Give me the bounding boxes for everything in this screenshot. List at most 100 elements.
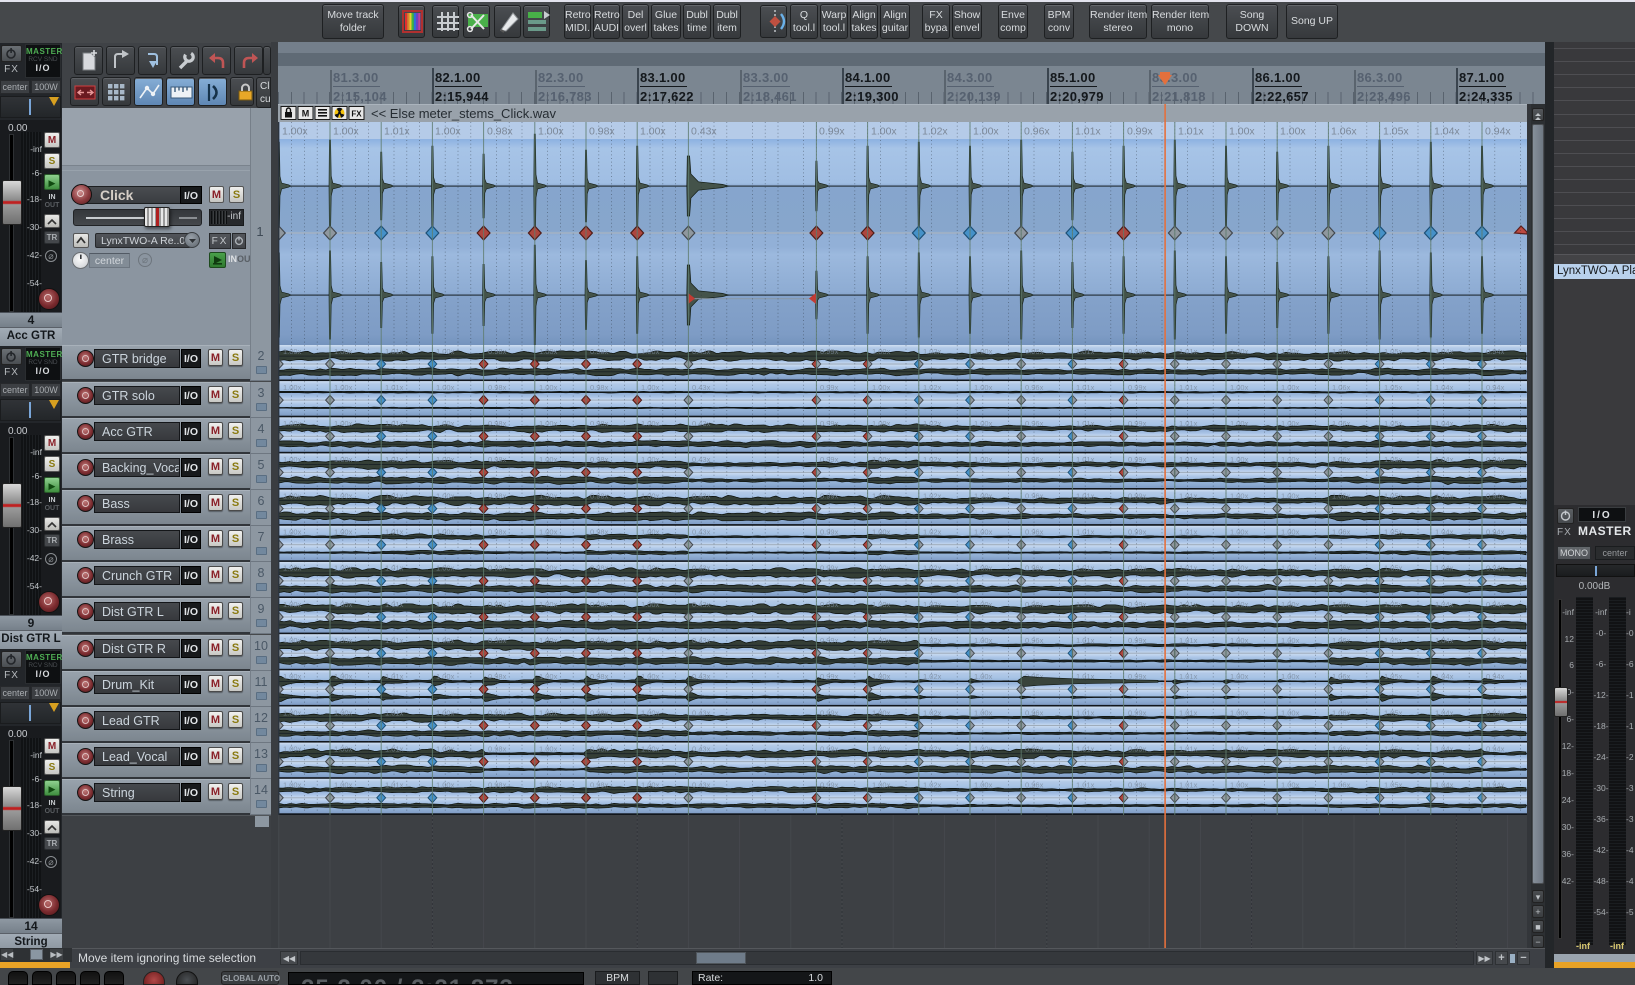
svg-text:1.00x: 1.00x [641, 419, 660, 428]
svg-text:0.99x: 0.99x [819, 126, 845, 138]
svg-text:1.02x: 1.02x [923, 491, 942, 500]
svg-text:0.96x: 0.96x [1025, 455, 1044, 464]
svg-text:1.04x: 1.04x [1435, 600, 1454, 609]
svg-text:1.05x: 1.05x [1384, 419, 1403, 428]
svg-text:1.00x: 1.00x [1230, 744, 1249, 753]
svg-text:0.43x: 0.43x [692, 383, 711, 392]
svg-text:1.00x: 1.00x [436, 455, 455, 464]
svg-text:0.94x: 0.94x [1486, 636, 1505, 645]
svg-text:1.01x: 1.01x [1076, 383, 1095, 392]
svg-text:1.00x: 1.00x [283, 491, 302, 500]
svg-text:0.94x: 0.94x [1486, 528, 1505, 537]
svg-text:0.43x: 0.43x [692, 347, 711, 356]
svg-text:1.00x: 1.00x [1230, 383, 1249, 392]
svg-text:0.94x: 0.94x [1486, 672, 1505, 681]
svg-text:1.00x: 1.00x [872, 564, 891, 573]
svg-text:1.00x: 1.00x [872, 744, 891, 753]
svg-text:1.00x: 1.00x [539, 636, 558, 645]
svg-text:1.00x: 1.00x [1281, 347, 1300, 356]
svg-text:1.00x: 1.00x [974, 528, 993, 537]
svg-text:0.98x: 0.98x [487, 126, 513, 138]
svg-text:1.00x: 1.00x [1230, 528, 1249, 537]
svg-text:1.00x: 1.00x [1230, 491, 1249, 500]
svg-text:1.05x: 1.05x [1384, 564, 1403, 573]
svg-text:0.94x: 0.94x [1486, 419, 1505, 428]
svg-text:0.98x: 0.98x [590, 455, 609, 464]
svg-text:1.00x: 1.00x [539, 564, 558, 573]
svg-text:1.05x: 1.05x [1384, 528, 1403, 537]
svg-text:1.05x: 1.05x [1384, 600, 1403, 609]
svg-text:0.98x: 0.98x [488, 383, 507, 392]
svg-text:1.00x: 1.00x [1230, 636, 1249, 645]
svg-text:1.00x: 1.00x [974, 491, 993, 500]
svg-text:1.00x: 1.00x [334, 708, 353, 717]
svg-text:0.94x: 0.94x [1486, 600, 1505, 609]
svg-text:1.02x: 1.02x [923, 347, 942, 356]
svg-text:1.01x: 1.01x [1179, 744, 1198, 753]
svg-text:1.00x: 1.00x [974, 708, 993, 717]
svg-text:1.01x: 1.01x [385, 455, 404, 464]
svg-text:1.00x: 1.00x [283, 455, 302, 464]
svg-text:1.00x: 1.00x [334, 383, 353, 392]
svg-text:1.05x: 1.05x [1384, 708, 1403, 717]
svg-text:1.00x: 1.00x [283, 708, 302, 717]
svg-text:1.00x: 1.00x [872, 781, 891, 790]
svg-text:0.96x: 0.96x [1025, 419, 1044, 428]
svg-text:0.98x: 0.98x [488, 600, 507, 609]
svg-text:1.02x: 1.02x [923, 708, 942, 717]
svg-text:1.04x: 1.04x [1435, 708, 1454, 717]
svg-text:1.00x: 1.00x [333, 126, 359, 138]
svg-text:1.00x: 1.00x [1281, 419, 1300, 428]
svg-text:0.99x: 0.99x [1128, 528, 1147, 537]
svg-text:1.00x: 1.00x [1280, 126, 1306, 138]
svg-text:0.43x: 0.43x [692, 419, 711, 428]
svg-text:0.94x: 0.94x [1486, 455, 1505, 464]
svg-text:1.00x: 1.00x [539, 491, 558, 500]
svg-text:0.98x: 0.98x [488, 781, 507, 790]
svg-text:0.99x: 0.99x [820, 455, 839, 464]
svg-text:0.98x: 0.98x [488, 347, 507, 356]
svg-text:1.01x: 1.01x [1179, 781, 1198, 790]
svg-text:0.43x: 0.43x [692, 455, 711, 464]
svg-text:1.00x: 1.00x [1230, 347, 1249, 356]
svg-text:1.00x: 1.00x [539, 744, 558, 753]
svg-text:1.01x: 1.01x [1179, 636, 1198, 645]
svg-text:1.00x: 1.00x [973, 126, 999, 138]
svg-text:0.98x: 0.98x [488, 636, 507, 645]
svg-text:0.94x: 0.94x [1486, 708, 1505, 717]
svg-text:0.94x: 0.94x [1486, 347, 1505, 356]
svg-text:1.00x: 1.00x [283, 564, 302, 573]
svg-text:1.04x: 1.04x [1435, 564, 1454, 573]
svg-text:0.98x: 0.98x [590, 419, 609, 428]
svg-text:0.94x: 0.94x [1486, 491, 1505, 500]
svg-text:0.96x: 0.96x [1025, 347, 1044, 356]
svg-text:0.99x: 0.99x [1128, 455, 1147, 464]
svg-text:0.98x: 0.98x [590, 744, 609, 753]
svg-text:1.00x: 1.00x [283, 672, 302, 681]
svg-text:FX: FX [351, 110, 362, 119]
svg-text:1.06x: 1.06x [1331, 126, 1357, 138]
svg-text:1.00x: 1.00x [283, 419, 302, 428]
svg-text:1.05x: 1.05x [1384, 455, 1403, 464]
svg-text:1.00x: 1.00x [1230, 600, 1249, 609]
svg-text:1.01x: 1.01x [1179, 528, 1198, 537]
svg-text:1.00x: 1.00x [872, 347, 891, 356]
svg-text:1.00x: 1.00x [974, 600, 993, 609]
svg-text:1.00x: 1.00x [334, 455, 353, 464]
svg-text:1.01x: 1.01x [1179, 491, 1198, 500]
svg-text:1.04x: 1.04x [1435, 744, 1454, 753]
svg-text:1.00x: 1.00x [974, 744, 993, 753]
svg-text:1.00x: 1.00x [334, 600, 353, 609]
svg-text:0.43x: 0.43x [691, 126, 717, 138]
svg-text:1.01x: 1.01x [1076, 347, 1095, 356]
svg-text:0.99x: 0.99x [1127, 126, 1153, 138]
svg-text:1.00x: 1.00x [283, 781, 302, 790]
svg-text:0.98x: 0.98x [590, 600, 609, 609]
svg-text:1.00x: 1.00x [539, 383, 558, 392]
svg-text:1.01x: 1.01x [385, 383, 404, 392]
svg-text:1.00x: 1.00x [872, 600, 891, 609]
svg-text:1.01x: 1.01x [1179, 672, 1198, 681]
svg-text:1.00x: 1.00x [872, 672, 891, 681]
svg-text:1.04x: 1.04x [1435, 528, 1454, 537]
svg-text:0.94x: 0.94x [1486, 744, 1505, 753]
